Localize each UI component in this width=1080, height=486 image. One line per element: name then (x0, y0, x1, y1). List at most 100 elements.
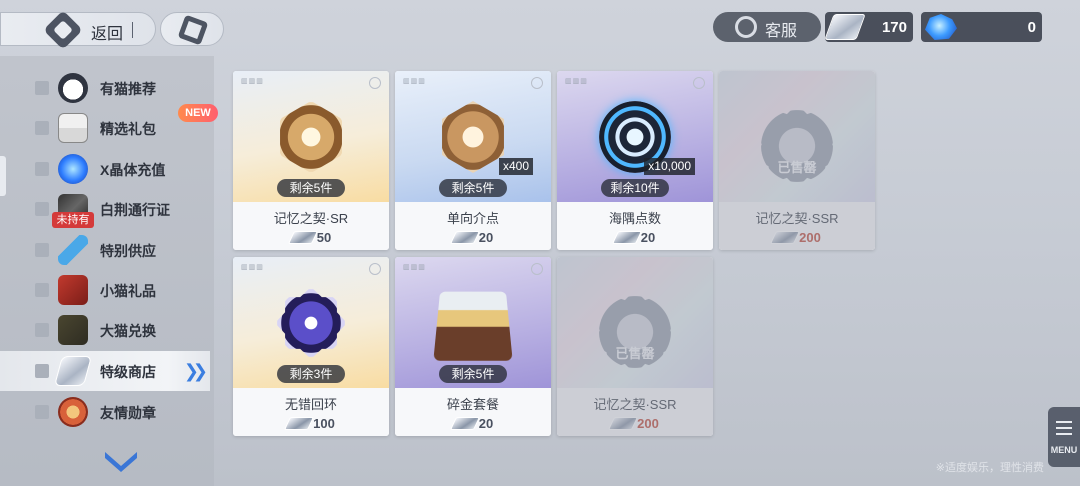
sidebar-item-x-crystal[interactable]: X晶体充值 (0, 149, 210, 189)
product-price: 20 (557, 230, 713, 245)
back-button[interactable]: 返回 (0, 10, 156, 50)
sold-overlay (557, 257, 713, 436)
product-name: 单向介点 (446, 211, 499, 226)
menu-label: MENU (1050, 445, 1078, 455)
sidebar-item-label: 精选礼包 (100, 121, 156, 137)
product-price: 100 (233, 416, 389, 431)
sidebar-item-kitten-gifts[interactable]: 小猫礼品 (0, 270, 210, 310)
new-badge: NEW (178, 104, 218, 122)
home-button[interactable] (160, 12, 224, 46)
customer-service-label: 客服 (765, 23, 798, 40)
quantity-label: x10,000 (644, 158, 695, 175)
product-card-gold-meal[interactable]: ▥▥▥ 剩余5件 碎金套餐 20 (395, 257, 551, 436)
back-logo-icon (43, 10, 83, 50)
sidebar-item-cat-recommend[interactable]: 有猫推荐 (0, 68, 210, 108)
product-info: 海隅点数 20 (557, 202, 713, 250)
item-marker (35, 162, 49, 176)
divider (132, 22, 133, 38)
sold-overlay (719, 71, 875, 250)
product-price: 20 (395, 230, 551, 245)
medal-icon (58, 397, 88, 427)
price-value: 20 (478, 416, 494, 431)
chip-currency-icon (449, 231, 480, 244)
corner-ornament (369, 77, 381, 89)
currency-x-counter[interactable]: 0 (921, 12, 1042, 42)
stock-badge: 剩余3件 (277, 365, 345, 383)
item-marker (35, 202, 49, 216)
sidebar-item-label: 特级商店 (100, 364, 156, 380)
price-value: 100 (313, 416, 335, 431)
menu-button[interactable]: MENU (1048, 407, 1080, 467)
back-label: 返回 (91, 26, 124, 43)
card-logo-mark: ▥▥▥ (241, 78, 264, 85)
currency-chip-counter[interactable]: 170 (824, 12, 913, 42)
corner-ornament (693, 77, 705, 89)
stock-badge: 剩余5件 (439, 179, 507, 197)
product-name: 碎金套餐 (446, 397, 499, 412)
product-info: 记忆之契·SR 50 (233, 202, 389, 250)
footer-notice: ※适度娱乐，理性消费 (935, 462, 1044, 474)
product-price: 20 (395, 416, 551, 431)
headset-icon (735, 16, 757, 38)
not-owned-badge: 未持有 (52, 212, 94, 228)
x-crystal-icon (925, 14, 957, 40)
product-card-memory-pact-ssr-sold[interactable]: 已售罄 记忆之契·SSR 200 (719, 71, 875, 250)
stock-badge: 剩余5件 (277, 179, 345, 197)
product-price: 50 (233, 230, 389, 245)
sidebar-item-label: 特别供应 (100, 243, 156, 259)
gift-pack-icon (58, 113, 88, 143)
product-card-memory-pact-sr[interactable]: ▥▥▥ 剩余5件 记忆之契·SR 50 (233, 71, 389, 250)
item-marker (35, 405, 49, 419)
chip-currency-icon (449, 417, 480, 430)
product-card-memory-pact-ssr-sold-2[interactable]: 已售罄 记忆之契·SSR 200 (557, 257, 713, 436)
item-marker (35, 121, 49, 135)
product-info: 碎金套餐 20 (395, 388, 551, 436)
product-card-sea-points[interactable]: ▥▥▥ x10,000 剩余10件 海隅点数 20 (557, 71, 713, 250)
item-marker (35, 283, 49, 297)
product-card-one-way-node[interactable]: ▥▥▥ x400 剩余5件 单向介点 20 (395, 71, 551, 250)
loop-emblem-icon (275, 287, 347, 359)
price-value: 20 (640, 230, 656, 245)
product-name: 海隅点数 (608, 211, 661, 226)
sidebar-item-special-supply[interactable]: 特别供应 (0, 230, 210, 270)
product-name: 无错回环 (284, 397, 337, 412)
chip-currency-icon (53, 356, 93, 386)
product-name: 记忆之契·SR (273, 211, 349, 226)
product-card-flawless-loop[interactable]: ▥▥▥ 剩余3件 无错回环 100 (233, 257, 389, 436)
sidebar-item-label: 大猫兑换 (100, 323, 156, 339)
customer-service-button[interactable]: 客服 (713, 12, 821, 42)
price-value: 50 (316, 230, 332, 245)
corner-ornament (369, 263, 381, 275)
food-box-icon (433, 291, 513, 361)
price-value: 20 (478, 230, 494, 245)
home-logo-icon (177, 14, 209, 46)
item-marker (35, 243, 49, 257)
sidebar-item-big-cat-exchange[interactable]: 大猫兑换 (0, 310, 210, 350)
sidebar-item-label: 友情勋章 (100, 405, 156, 421)
chip-currency-amount: 170 (881, 19, 907, 36)
chevron-right-icon: ❯❯ (183, 361, 208, 381)
sidebar-item-pass[interactable]: 白荆通行证 (0, 189, 210, 229)
chip-currency-icon (824, 14, 866, 40)
hamburger-icon (1056, 421, 1072, 435)
chip-currency-icon (284, 417, 315, 430)
item-marker (35, 81, 49, 95)
sidebar-item-friendship-medal[interactable]: 友情勋章 (0, 392, 210, 432)
sidebar-item-label: 小猫礼品 (100, 283, 156, 299)
card-icon (58, 275, 88, 305)
product-info: 无错回环 100 (233, 388, 389, 436)
stock-badge: 剩余5件 (439, 365, 507, 383)
sidebar-item-premium-shop[interactable]: 特级商店 ❯❯ (0, 351, 210, 391)
chip-currency-icon (611, 231, 642, 244)
card-logo-mark: ▥▥▥ (241, 264, 264, 271)
quantity-label: x400 (498, 158, 533, 175)
card-logo-mark: ▥▥▥ (403, 264, 426, 271)
x-crystal-amount: 0 (1027, 19, 1036, 36)
top-bar: 返回 客服 170 0 (0, 0, 1080, 56)
corner-ornament (531, 77, 543, 89)
sidebar-item-label: 白荆通行证 (100, 202, 170, 218)
cat-icon (58, 73, 88, 103)
card-logo-mark: ▥▥▥ (403, 78, 426, 85)
card-logo-mark: ▥▥▥ (565, 78, 588, 85)
photo-icon (58, 315, 88, 345)
